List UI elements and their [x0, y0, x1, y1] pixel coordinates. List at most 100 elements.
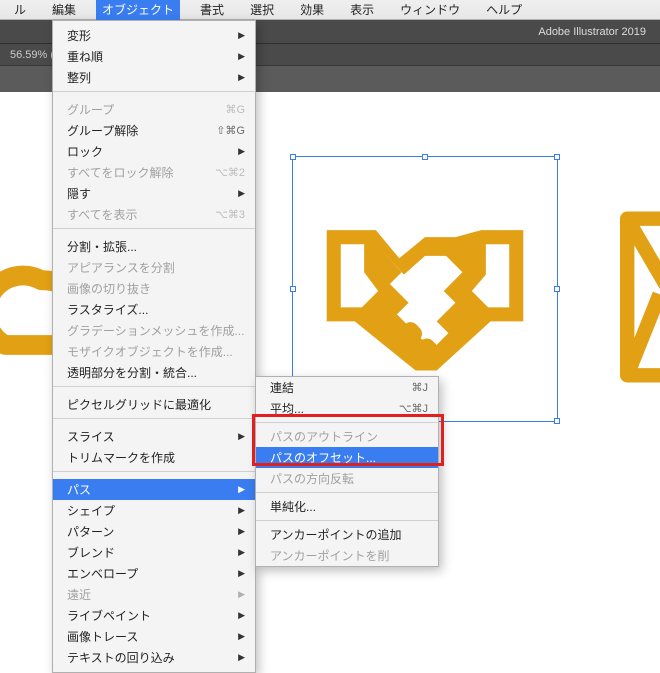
- menu-item[interactable]: エンベロープ: [53, 563, 255, 584]
- menu-item[interactable]: パス: [53, 479, 255, 500]
- menu-item: すべてを表示⌥⌘3: [53, 204, 255, 225]
- menubar-item[interactable]: 選択: [244, 0, 280, 20]
- menu-item[interactable]: ピクセルグリッドに最適化: [53, 394, 255, 415]
- menu-item-label: 整列: [67, 69, 91, 86]
- menu-item: グループ ⌘G: [53, 99, 255, 120]
- menubar-item[interactable]: ヘルプ: [480, 0, 528, 20]
- menu-item-label: モザイクオブジェクトを作成...: [67, 343, 233, 360]
- menu-item-label: グループ: [67, 101, 114, 118]
- menu-item-label: ロック: [67, 143, 103, 160]
- menu-item-label: スライス: [67, 428, 115, 445]
- menubar-item[interactable]: 書式: [194, 0, 230, 20]
- menu-item[interactable]: ラスタライズ...: [53, 299, 255, 320]
- menu-item[interactable]: グループ解除⇧⌘G: [53, 120, 255, 141]
- menu-item-label: 画像の切り抜き: [67, 280, 151, 297]
- menu-item-label: 透明部分を分割・統合...: [67, 364, 197, 381]
- menu-item-label: 変形: [67, 27, 91, 44]
- selection-handle[interactable]: [290, 286, 296, 292]
- submenu-item[interactable]: アンカーポイントの追加: [256, 524, 438, 545]
- menubar-item[interactable]: 表示: [344, 0, 380, 20]
- menu-item[interactable]: テキストの回り込み: [53, 647, 255, 668]
- menu-item[interactable]: スライス: [53, 426, 255, 447]
- menu-separator: [53, 471, 255, 472]
- menu-item-label: 分割・拡張...: [67, 238, 137, 255]
- submenu-item-shortcut: ⌥⌘J: [399, 402, 428, 415]
- submenu-item-label: 単純化...: [270, 498, 316, 515]
- menubar-item[interactable]: ウィンドウ: [394, 0, 466, 20]
- menu-item[interactable]: 変形: [53, 25, 255, 46]
- selection-handle[interactable]: [554, 154, 560, 160]
- submenu-item-label: パスの方向反転: [270, 470, 354, 487]
- submenu-item-label: アンカーポイントの追加: [270, 526, 402, 543]
- menu-item[interactable]: 分割・拡張...: [53, 236, 255, 257]
- submenu-item[interactable]: 単純化...: [256, 496, 438, 517]
- mail-icon[interactable]: [620, 202, 660, 392]
- menu-item[interactable]: 画像トレース: [53, 626, 255, 647]
- menubar: ル編集オブジェクト書式選択効果表示ウィンドウヘルプ: [0, 0, 660, 20]
- menu-item-label: シェイプ: [67, 502, 115, 519]
- menu-item: 遠近: [53, 584, 255, 605]
- menu-item-label: 画像トレース: [67, 628, 138, 645]
- menu-separator: [53, 386, 255, 387]
- submenu-item[interactable]: パスのオフセット...: [256, 447, 438, 468]
- menu-item[interactable]: シェイプ: [53, 500, 255, 521]
- submenu-item-label: パスのアウトライン: [270, 428, 378, 445]
- menu-separator: [256, 422, 438, 423]
- path-submenu[interactable]: 連結 ⌘J 平均... ⌥⌘J パスのアウトラインパスのオフセット... パスの方向反転単…: [255, 376, 439, 567]
- menu-item-label: パス: [67, 481, 91, 498]
- menu-separator: [256, 492, 438, 493]
- selection-handle[interactable]: [290, 154, 296, 160]
- menubar-item[interactable]: 効果: [294, 0, 330, 20]
- menu-item: アピアランスを分割: [53, 257, 255, 278]
- submenu-item: アンカーポイントを削: [256, 545, 438, 566]
- menu-item-label: ブレンド: [67, 544, 115, 561]
- menu-item[interactable]: ライブペイント: [53, 605, 255, 626]
- menubar-item[interactable]: ル: [8, 0, 32, 20]
- submenu-item-label: 平均...: [270, 400, 304, 417]
- menu-separator: [256, 520, 438, 521]
- menu-separator: [53, 228, 255, 229]
- menu-item: 画像の切り抜き: [53, 278, 255, 299]
- menu-item-label: グループ解除: [67, 122, 138, 139]
- menu-item-label: テキストの回り込み: [67, 649, 175, 666]
- menu-item: すべてをロック解除 ⌥⌘2: [53, 162, 255, 183]
- menu-item-label: アピアランスを分割: [67, 259, 175, 276]
- submenu-item[interactable]: 連結 ⌘J: [256, 377, 438, 398]
- menu-item-label: すべてをロック解除: [67, 164, 173, 181]
- selection-handle[interactable]: [554, 286, 560, 292]
- submenu-item[interactable]: 平均... ⌥⌘J: [256, 398, 438, 419]
- app-title: Adobe Illustrator 2019: [538, 26, 646, 38]
- menu-item-label: グラデーションメッシュを作成...: [67, 322, 244, 339]
- object-menu-dropdown[interactable]: 変形重ね順整列グループ⌘Gグループ解除⇧⌘Gロックすべてをロック解除⌥⌘2隠すす…: [52, 20, 256, 673]
- menubar-item[interactable]: 編集: [46, 0, 82, 20]
- menu-item[interactable]: パターン: [53, 521, 255, 542]
- menu-item-label: 隠す: [67, 185, 91, 202]
- submenu-item-label: 連結: [270, 379, 294, 396]
- menu-item[interactable]: ブレンド: [53, 542, 255, 563]
- menu-item[interactable]: ロック: [53, 141, 255, 162]
- menu-item-shortcut: ⌥⌘2: [215, 166, 245, 179]
- menu-separator: [53, 91, 255, 92]
- menubar-item[interactable]: オブジェクト: [96, 0, 180, 20]
- menu-item[interactable]: 重ね順: [53, 46, 255, 67]
- menu-item-label: 遠近: [67, 586, 91, 603]
- menu-item-shortcut: ⌘G: [225, 103, 245, 116]
- selection-handle[interactable]: [554, 418, 560, 424]
- submenu-item: パスの方向反転: [256, 468, 438, 489]
- menu-item-label: トリムマークを作成: [67, 449, 175, 466]
- menu-item-label: パターン: [67, 523, 114, 540]
- menu-item[interactable]: トリムマークを作成: [53, 447, 255, 468]
- menu-item-label: エンベロープ: [67, 565, 138, 582]
- submenu-item: パスのアウトライン: [256, 426, 438, 447]
- menu-item-label: ライブペイント: [67, 607, 151, 624]
- menu-item[interactable]: 透明部分を分割・統合...: [53, 362, 255, 383]
- menu-item-label: 重ね順: [67, 48, 103, 65]
- menu-item-label: ラスタライズ...: [67, 301, 148, 318]
- submenu-item-shortcut: ⌘J: [412, 381, 429, 394]
- selection-handle[interactable]: [422, 154, 428, 160]
- menu-item[interactable]: 整列: [53, 67, 255, 88]
- menu-item-label: ピクセルグリッドに最適化: [67, 396, 211, 413]
- menu-item[interactable]: 隠す: [53, 183, 255, 204]
- submenu-item-label: パスのオフセット...: [270, 449, 376, 466]
- menu-item-label: すべてを表示: [67, 206, 137, 223]
